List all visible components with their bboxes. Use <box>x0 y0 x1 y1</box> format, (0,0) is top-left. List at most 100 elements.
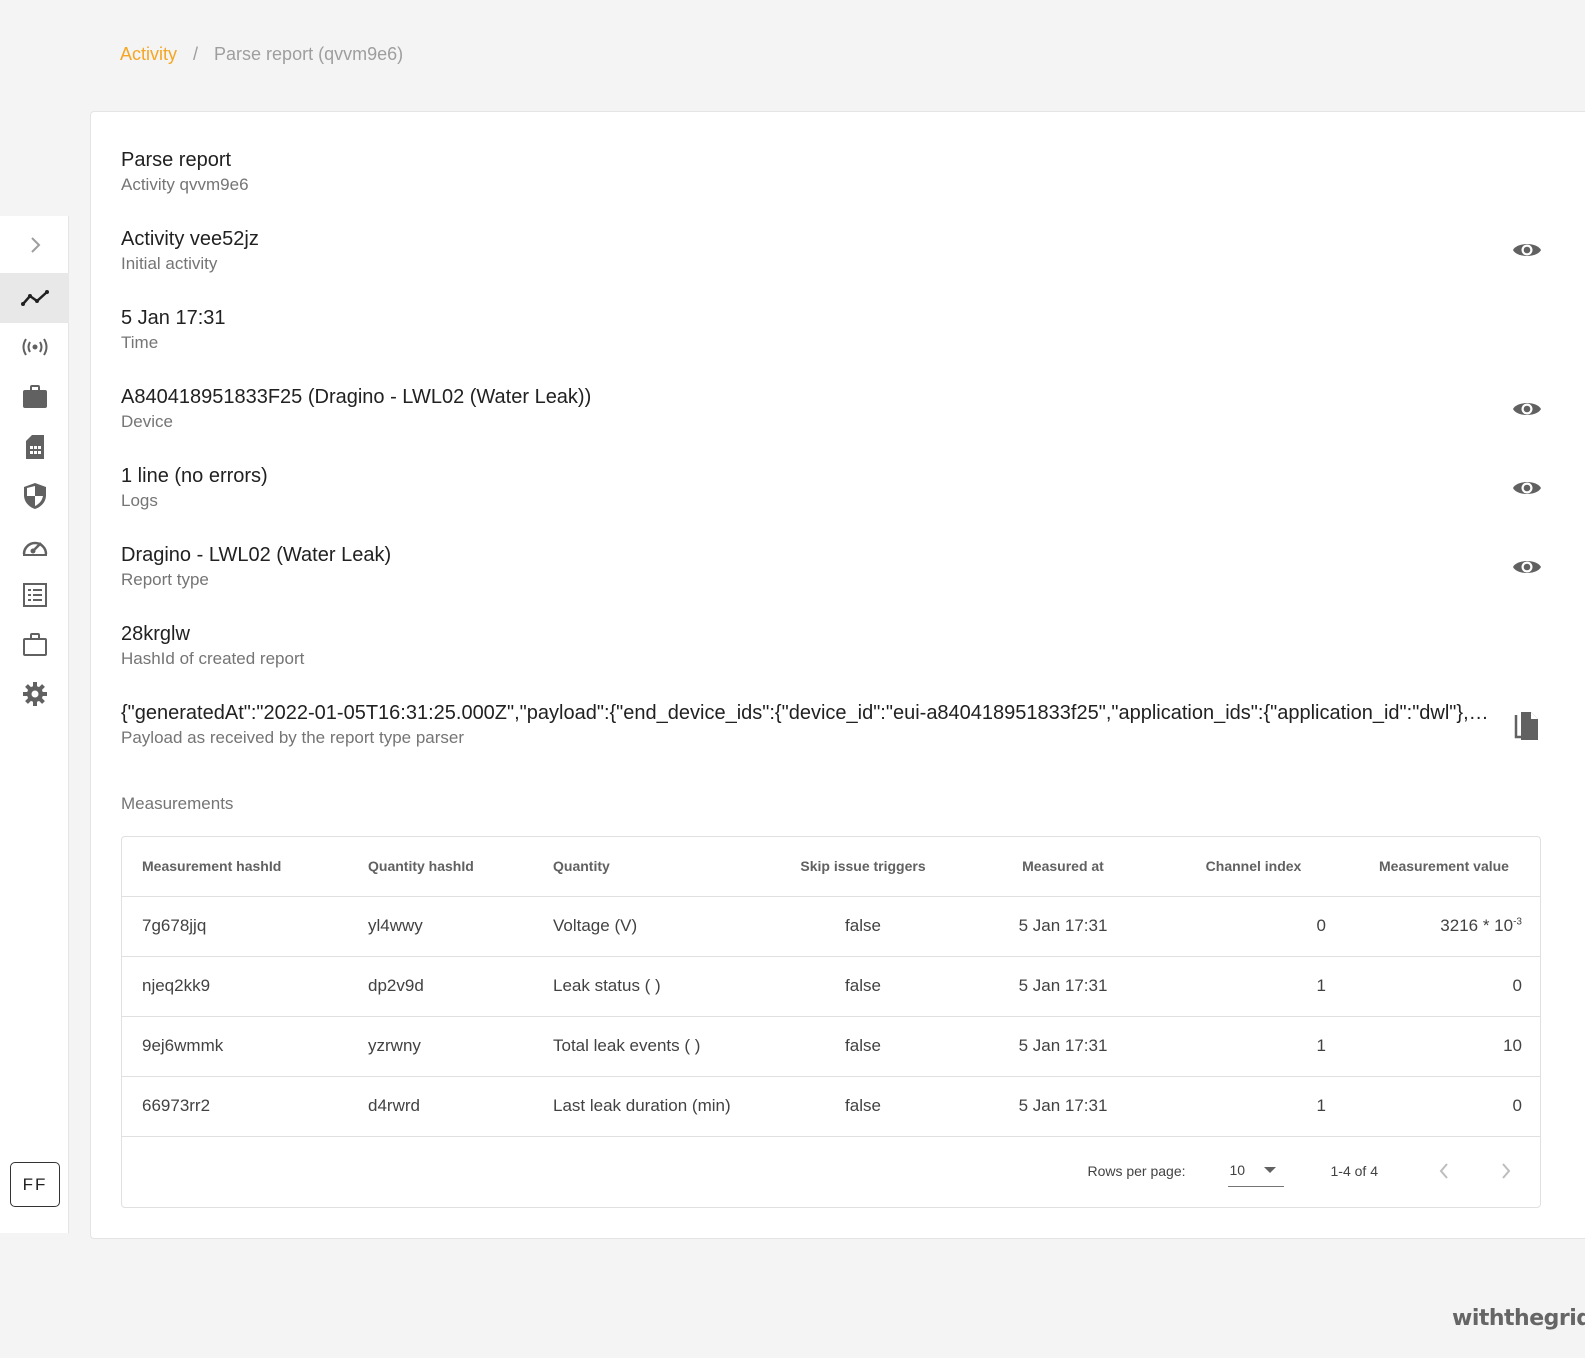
sidebar: FF <box>0 216 69 1233</box>
table-header-row: Measurement hashId Quantity hashId Quant… <box>122 837 1540 897</box>
channel-index: 0 <box>1161 896 1346 957</box>
column-header: Quantity hashId <box>348 837 533 897</box>
column-header: Skip issue triggers <box>761 837 965 897</box>
eye-icon <box>1513 244 1541 256</box>
report-title-primary: Parse report <box>121 149 232 171</box>
measurement-hashid: 9ej6wmmk <box>122 1016 348 1077</box>
measurement-value: 3216 * 10-3 <box>1346 896 1540 957</box>
field-report-type: Dragino - LWL02 (Water Leak) Report type <box>121 543 1541 592</box>
measurement-value: 10 <box>1346 1016 1540 1077</box>
channel-index: 1 <box>1161 1016 1346 1077</box>
field-payload: {"generatedAt":"2022-01-05T16:31:25.000Z… <box>121 701 1541 750</box>
column-header: Measurement hashId <box>122 837 348 897</box>
field-label: Device <box>121 412 173 431</box>
field-value: 28krglw <box>121 623 190 645</box>
sim-card-icon <box>25 435 44 459</box>
activity-line-icon <box>20 290 49 306</box>
field-value: Dragino - LWL02 (Water Leak) <box>121 544 392 566</box>
speedometer-icon <box>22 541 47 556</box>
field-value: A840418951833F25 (Dragino - LWL02 (Water… <box>121 386 592 408</box>
briefcase-filled-icon <box>22 385 47 408</box>
table-row[interactable]: 66973rr2 d4rwrd Last leak duration (min)… <box>122 1076 1540 1137</box>
measured-at: 5 Jan 17:31 <box>965 956 1161 1017</box>
value-exponent: -3 <box>1513 916 1522 928</box>
column-header: Channel index <box>1161 837 1346 897</box>
measurement-hashid: 7g678jjq <box>122 896 348 957</box>
skip-issue-triggers: false <box>761 896 965 957</box>
copy-icon <box>1514 712 1538 740</box>
payload-value: {"generatedAt":"2022-01-05T16:31:25.000Z… <box>121 702 1491 724</box>
sidebar-item-activity[interactable] <box>0 273 69 323</box>
sidebar-item-dashboard[interactable] <box>0 521 69 571</box>
chevron-right-icon <box>30 237 40 253</box>
rows-per-page-select[interactable]: 10 <box>1227 1155 1284 1187</box>
quantity-hashid: d4rwrd <box>348 1076 533 1137</box>
sidebar-item-reports[interactable] <box>0 570 69 620</box>
field-label: Report type <box>121 570 209 589</box>
page-range: 1-4 of 4 <box>1330 1162 1378 1179</box>
sidebar-item-sim[interactable] <box>0 422 69 472</box>
sidebar-item-devices[interactable] <box>0 322 69 372</box>
view-initial-activity-button[interactable] <box>1511 234 1543 266</box>
value-mantissa: 3216 * 10 <box>1440 916 1514 935</box>
field-label: HashId of created report <box>121 649 305 668</box>
breadcrumb-separator: / <box>193 44 199 64</box>
field-label: Payload as received by the report type p… <box>121 728 465 747</box>
field-value: 1 line (no errors) <box>121 465 268 487</box>
eye-icon <box>1513 403 1541 415</box>
chevron-left-icon <box>1439 1162 1448 1179</box>
previous-page-button[interactable] <box>1422 1151 1466 1191</box>
channel-index: 1 <box>1161 956 1346 1017</box>
field-label: Initial activity <box>121 254 218 273</box>
channel-index: 1 <box>1161 1076 1346 1137</box>
sidebar-item-organizations[interactable] <box>0 620 69 670</box>
table-row[interactable]: 9ej6wmmk yzrwny Total leak events ( ) fa… <box>122 1016 1540 1077</box>
measurement-hashid: njeq2kk9 <box>122 956 348 1017</box>
report-title: Parse report Activity qvvm9e6 <box>121 148 1541 197</box>
breadcrumb-activity-link[interactable]: Activity <box>120 44 177 65</box>
breadcrumb-current: Parse report (qvvm9e6) <box>214 44 404 64</box>
field-value: 5 Jan 17:31 <box>121 307 226 329</box>
table-row[interactable]: 7g678jjq yl4wwy Voltage (V) false 5 Jan … <box>122 896 1540 957</box>
measurement-value: 0 <box>1346 1076 1540 1137</box>
field-label: Logs <box>121 491 158 510</box>
chevron-right-icon <box>1502 1162 1511 1179</box>
field-label: Time <box>121 333 159 352</box>
field-created-report-hashid: 28krglw HashId of created report <box>121 622 1541 671</box>
column-header: Measured at <box>965 837 1161 897</box>
skip-issue-triggers: false <box>761 1016 965 1077</box>
skip-issue-triggers: false <box>761 956 965 1017</box>
quantity-hashid: yl4wwy <box>348 896 533 957</box>
quantity: Total leak events ( ) <box>533 1016 761 1077</box>
next-page-button[interactable] <box>1484 1151 1528 1191</box>
quantity: Last leak duration (min) <box>533 1076 761 1137</box>
view-device-button[interactable] <box>1511 393 1543 425</box>
view-logs-button[interactable] <box>1511 472 1543 504</box>
eye-icon <box>1513 561 1541 573</box>
sidebar-item-settings[interactable] <box>0 669 69 719</box>
brand-logo: withthegrid <box>1452 1306 1585 1331</box>
list-icon <box>22 583 47 607</box>
column-header: Measurement value <box>1346 837 1540 897</box>
sidebar-item-security[interactable] <box>0 471 69 521</box>
field-value: Activity vee52jz <box>121 228 259 250</box>
eye-icon <box>1513 482 1541 494</box>
sidebar-item-projects[interactable] <box>0 372 69 422</box>
column-header: Quantity <box>533 837 761 897</box>
copy-payload-button[interactable] <box>1511 710 1543 742</box>
measured-at: 5 Jan 17:31 <box>965 1016 1161 1077</box>
sidebar-expand-button[interactable] <box>0 220 69 270</box>
measured-at: 5 Jan 17:31 <box>965 896 1161 957</box>
view-report-type-button[interactable] <box>1511 551 1543 583</box>
measurements-label: Measurements <box>121 794 234 813</box>
table-pagination: Rows per page: 10 1-4 of 4 <box>122 1134 1540 1207</box>
user-avatar[interactable]: FF <box>10 1162 60 1207</box>
field-initial-activity: Activity vee52jz Initial activity <box>121 227 1541 276</box>
field-device: A840418951833F25 (Dragino - LWL02 (Water… <box>121 385 1541 434</box>
skip-issue-triggers: false <box>761 1076 965 1137</box>
briefcase-outline-icon <box>22 633 47 656</box>
table-row[interactable]: njeq2kk9 dp2v9d Leak status ( ) false 5 … <box>122 956 1540 1017</box>
shield-icon <box>23 483 46 509</box>
broadcast-icon <box>22 338 47 356</box>
measured-at: 5 Jan 17:31 <box>965 1076 1161 1137</box>
